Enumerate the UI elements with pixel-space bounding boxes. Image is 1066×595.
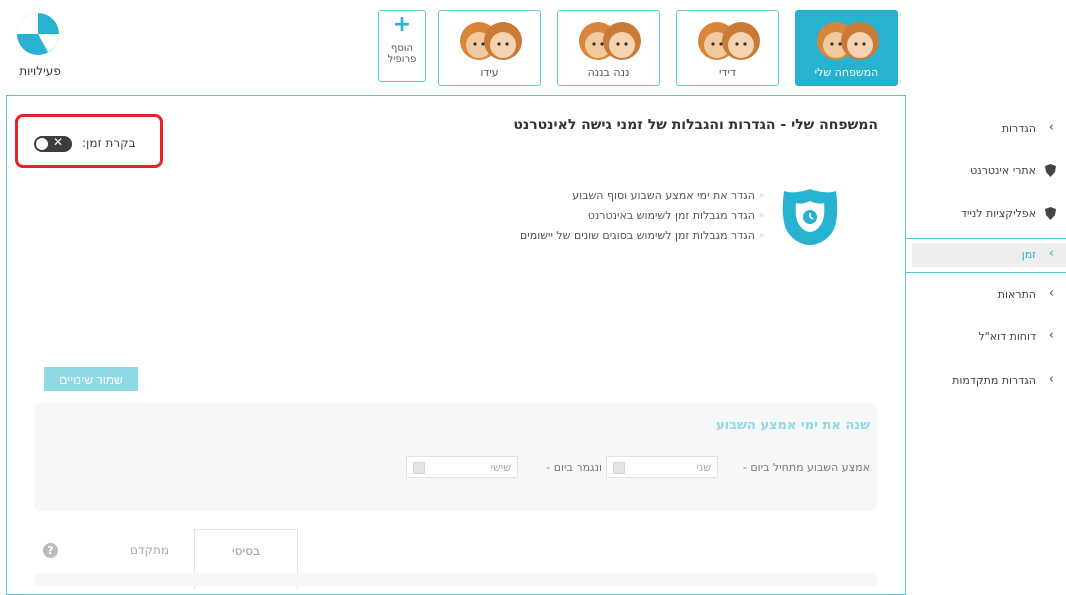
kids-faces-icon: [697, 22, 760, 60]
sidebar-item-advanced-settings[interactable]: ‹ הגדרות מתקדמות: [912, 366, 1066, 396]
kids-faces-icon: [578, 22, 641, 60]
weekdays-title: שנה את ימי אמצע השבוע: [715, 418, 870, 433]
profile-name: דידי: [719, 66, 736, 79]
profile-name: המשפחה שלי: [814, 66, 879, 79]
profile-card-nana-banana[interactable]: ננה בננה: [557, 10, 660, 86]
basic-settings-panel: [34, 573, 877, 586]
sidebar-item-settings[interactable]: ‹ הגדרות: [912, 114, 1066, 144]
shield-icon: [1045, 207, 1056, 220]
profile-card-didi[interactable]: דידי: [676, 10, 779, 86]
week-start-select[interactable]: שני: [606, 456, 718, 478]
sidebar-item-label: התראות: [997, 288, 1036, 301]
sidebar-item-label: אתרי אינטרנט: [970, 164, 1036, 177]
sidebar-item-time[interactable]: ‹ זמן: [912, 243, 1066, 267]
week-start-value: שני: [696, 461, 711, 474]
add-profile-label-1: הוסף: [390, 43, 414, 54]
shield-icon: [1045, 164, 1056, 177]
activities-label[interactable]: פעילויות: [8, 64, 72, 78]
instructions-list: הגדר את ימי אמצע השבוע וסוף השבוע הגדר מ…: [400, 186, 765, 246]
sidebar-item-label: דוחות דוא"ל: [978, 330, 1036, 343]
week-start-label: אמצע השבוע מתחיל ביום -: [742, 461, 870, 474]
sidebar-item-email-reports[interactable]: ‹ דוחות דוא"ל: [912, 322, 1066, 352]
instruction-item: הגדר מגבלות זמן לשימוש באינטרנט: [400, 206, 765, 226]
sidebar-item-alerts[interactable]: ‹ התראות: [912, 280, 1066, 310]
profile-card-my-family[interactable]: המשפחה שלי: [795, 10, 898, 86]
instruction-item: הגדר מגבלות זמן לשימוש בסוגים שונים של י…: [400, 226, 765, 246]
tab-basic-label: בסיסי: [232, 544, 260, 558]
toggle-knob: [36, 138, 48, 150]
time-control-label: בקרת זמן:: [82, 136, 136, 150]
profile-card-ido[interactable]: עידו: [438, 10, 541, 86]
sidebar-item-label: הגדרות: [1001, 122, 1036, 135]
week-end-label: ונגמר ביום -: [546, 461, 602, 474]
chevron-left-icon: ‹: [1048, 120, 1054, 135]
add-profile-button[interactable]: + הוסף פרופיל: [378, 10, 426, 82]
time-control-toggle[interactable]: ✕: [34, 135, 72, 152]
kids-faces-icon: [816, 22, 879, 60]
sidebar-item-label: אפליקציות לנייד: [960, 207, 1036, 220]
main-panel: [6, 95, 906, 595]
save-changes-button[interactable]: שמור שינויים: [44, 367, 138, 391]
dropdown-box-icon: [413, 462, 425, 474]
sidebar-item-label: זמן: [1021, 248, 1036, 261]
time-shield-icon: [782, 189, 838, 245]
chevron-left-icon: ‹: [1048, 286, 1054, 301]
week-end-select[interactable]: שישי: [406, 456, 518, 478]
chevron-left-icon: ‹: [1048, 328, 1054, 343]
toggle-off-icon: ✕: [53, 135, 64, 149]
activities-pie-icon[interactable]: [16, 12, 60, 56]
week-end-value: שישי: [490, 461, 511, 474]
sidebar-item-websites[interactable]: אתרי אינטרנט: [912, 156, 1066, 186]
add-profile-label-2: פרופיל: [387, 54, 417, 65]
sidebar-divider: [906, 272, 1066, 273]
tab-advanced[interactable]: מתקדם: [130, 543, 169, 557]
plus-icon: +: [392, 12, 412, 37]
sidebar-item-label: הגדרות מתקדמות: [952, 374, 1036, 387]
sidebar-divider: [906, 238, 1066, 239]
dropdown-box-icon: [613, 462, 625, 474]
chevron-left-icon: ‹: [1048, 372, 1054, 387]
sidebar-item-mobile-apps[interactable]: אפליקציות לנייד: [912, 199, 1066, 229]
chevron-left-icon: ‹: [1048, 246, 1054, 261]
profile-name: ננה בננה: [587, 66, 630, 79]
page-title: המשפחה שלי - הגדרות והגבלות של זמני גישה…: [513, 117, 878, 133]
instruction-item: הגדר את ימי אמצע השבוע וסוף השבוע: [400, 186, 765, 206]
help-icon[interactable]: ?: [43, 543, 58, 558]
kids-faces-icon: [459, 22, 522, 60]
profile-name: עידו: [480, 66, 499, 79]
